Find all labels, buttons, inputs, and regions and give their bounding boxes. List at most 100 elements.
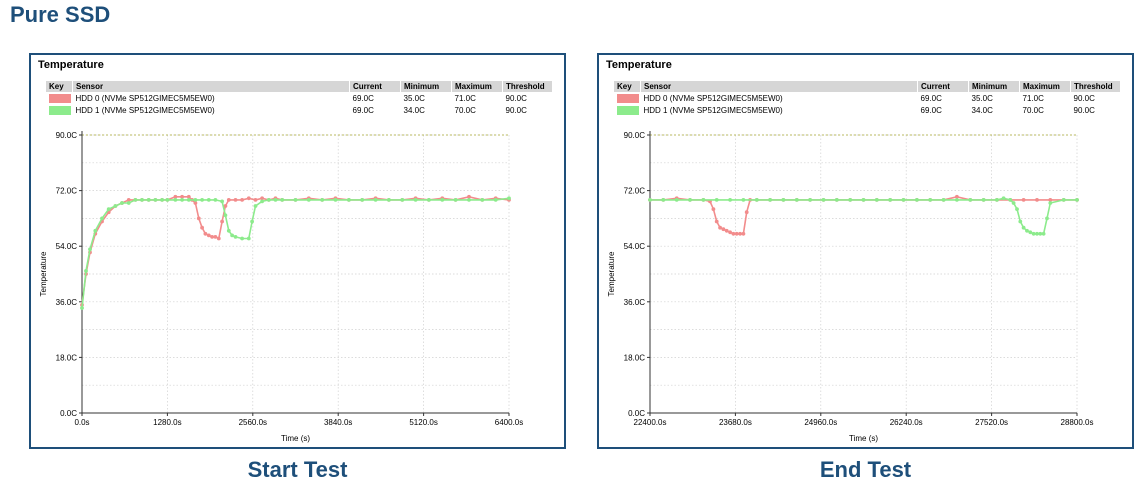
caption-end-test: End Test: [819, 457, 912, 482]
y-tick-label: 18.0C: [624, 353, 646, 362]
x-tick-label: 5120.0s: [409, 418, 437, 427]
data-point-hdd1: [173, 198, 178, 202]
x-tick-label: 24960.0s: [804, 418, 837, 427]
series-line-hdd0: [81, 195, 510, 306]
data-point-hdd1: [180, 198, 185, 202]
data-point-hdd1: [874, 198, 879, 202]
x-tick-label: 23680.0s: [719, 418, 752, 427]
x-tick-label: 2560.0s: [239, 418, 267, 427]
data-point-hdd1: [266, 198, 271, 202]
chart-panel-end: Temperature Key Sensor Current Minimum M…: [597, 53, 1134, 449]
page-title: Pure SSD: [10, 2, 111, 27]
data-point-hdd0: [738, 231, 742, 236]
data-point-hdd0: [253, 198, 258, 202]
temperature-chart-end: 0.0C 18.0C 36.0C 54.0C 72.0C 90.0C 22400.0s 236…: [607, 131, 1094, 443]
y-tick-label: 0.0C: [60, 409, 77, 418]
data-point-hdd0: [721, 227, 726, 232]
data-point-hdd1: [1018, 219, 1023, 224]
temperature-chart-start: 0.0C 18.0C 36.0C 54.0C 72.0C 90.0C 0.0s 1280.0s…: [39, 131, 523, 443]
data-point-hdd1: [861, 198, 866, 202]
data-point-hdd0: [210, 235, 215, 239]
data-point-hdd1: [968, 198, 973, 202]
data-point-hdd1: [160, 198, 165, 202]
data-point-hdd1: [995, 198, 999, 202]
data-point-hdd1: [250, 219, 255, 224]
data-point-hdd1: [1041, 231, 1046, 236]
data-point-hdd0: [233, 198, 238, 202]
y-tick-label: 36.0C: [56, 298, 78, 307]
data-point-hdd1: [306, 198, 311, 202]
data-point-hdd0: [196, 216, 201, 221]
data-point-hdd1: [80, 306, 84, 310]
data-point-hdd1: [467, 198, 471, 202]
data-point-hdd1: [100, 216, 104, 221]
data-point-hdd1: [153, 198, 158, 202]
y-tick-label: 54.0C: [624, 242, 646, 251]
data-point-hdd0: [724, 228, 729, 233]
y-tick-label: 72.0C: [624, 187, 646, 196]
data-point-hdd1: [754, 198, 759, 202]
data-point-hdd0: [216, 236, 221, 241]
data-point-hdd1: [320, 198, 325, 202]
data-point-hdd1: [1011, 201, 1016, 205]
x-axis-label: Time (s): [849, 434, 878, 443]
data-point-hdd1: [206, 198, 211, 202]
data-point-hdd0: [728, 230, 732, 235]
data-point-hdd0: [744, 210, 749, 215]
data-point-hdd1: [233, 235, 238, 239]
data-point-hdd0: [711, 207, 716, 212]
x-axis-label: Time (s): [281, 434, 310, 443]
x-tick-label: 6400.0s: [495, 418, 523, 427]
data-point-hdd1: [88, 247, 92, 252]
data-point-hdd0: [200, 225, 205, 230]
data-point-hdd0: [734, 231, 739, 236]
data-point-hdd1: [226, 228, 231, 233]
data-point-hdd1: [333, 198, 338, 202]
data-point-hdd1: [93, 228, 98, 233]
data-point-hdd1: [1008, 198, 1013, 202]
data-point-hdd1: [768, 198, 772, 202]
data-point-hdd0: [226, 198, 231, 202]
data-point-hdd1: [413, 198, 418, 202]
data-point-hdd1: [915, 198, 919, 202]
data-point-hdd1: [120, 201, 124, 205]
data-point-hdd1: [941, 198, 946, 202]
data-point-hdd1: [648, 198, 652, 202]
y-tick-label: 72.0C: [56, 187, 78, 196]
x-tick-label: 28800.0s: [1061, 418, 1094, 427]
data-point-hdd1: [186, 198, 191, 202]
y-tick-label: 36.0C: [624, 298, 646, 307]
data-point-hdd0: [714, 219, 719, 224]
data-point-hdd1: [1038, 231, 1043, 236]
data-point-hdd1: [1001, 196, 1006, 201]
data-point-hdd0: [731, 231, 736, 236]
data-point-hdd1: [1028, 230, 1033, 235]
data-point-hdd0: [718, 225, 722, 230]
data-point-hdd1: [126, 201, 131, 205]
data-point-hdd1: [253, 204, 258, 208]
data-point-hdd1: [1015, 207, 1019, 212]
data-point-hdd1: [1045, 216, 1049, 221]
x-tick-label: 0.0s: [74, 418, 89, 427]
data-point-hdd0: [206, 233, 211, 238]
data-point-hdd1: [193, 198, 198, 202]
data-point-hdd1: [293, 198, 298, 202]
data-point-hdd1: [834, 198, 839, 202]
data-point-hdd1: [981, 198, 986, 202]
data-point-hdd1: [360, 198, 365, 202]
data-point-hdd1: [821, 198, 826, 202]
data-point-hdd1: [220, 199, 225, 204]
data-point-hdd1: [1035, 231, 1039, 236]
data-point-hdd1: [714, 198, 719, 202]
data-point-hdd1: [213, 198, 218, 202]
data-point-hdd1: [781, 198, 786, 202]
data-point-hdd1: [741, 198, 746, 202]
y-axis-label: Temperature: [607, 251, 616, 296]
data-point-hdd1: [1048, 201, 1053, 205]
data-point-hdd0: [213, 235, 218, 239]
data-point-hdd1: [400, 198, 405, 202]
x-tick-label: 22400.0s: [634, 418, 667, 427]
data-point-hdd0: [246, 196, 251, 201]
data-point-hdd1: [955, 198, 959, 202]
data-point-hdd1: [507, 196, 511, 201]
